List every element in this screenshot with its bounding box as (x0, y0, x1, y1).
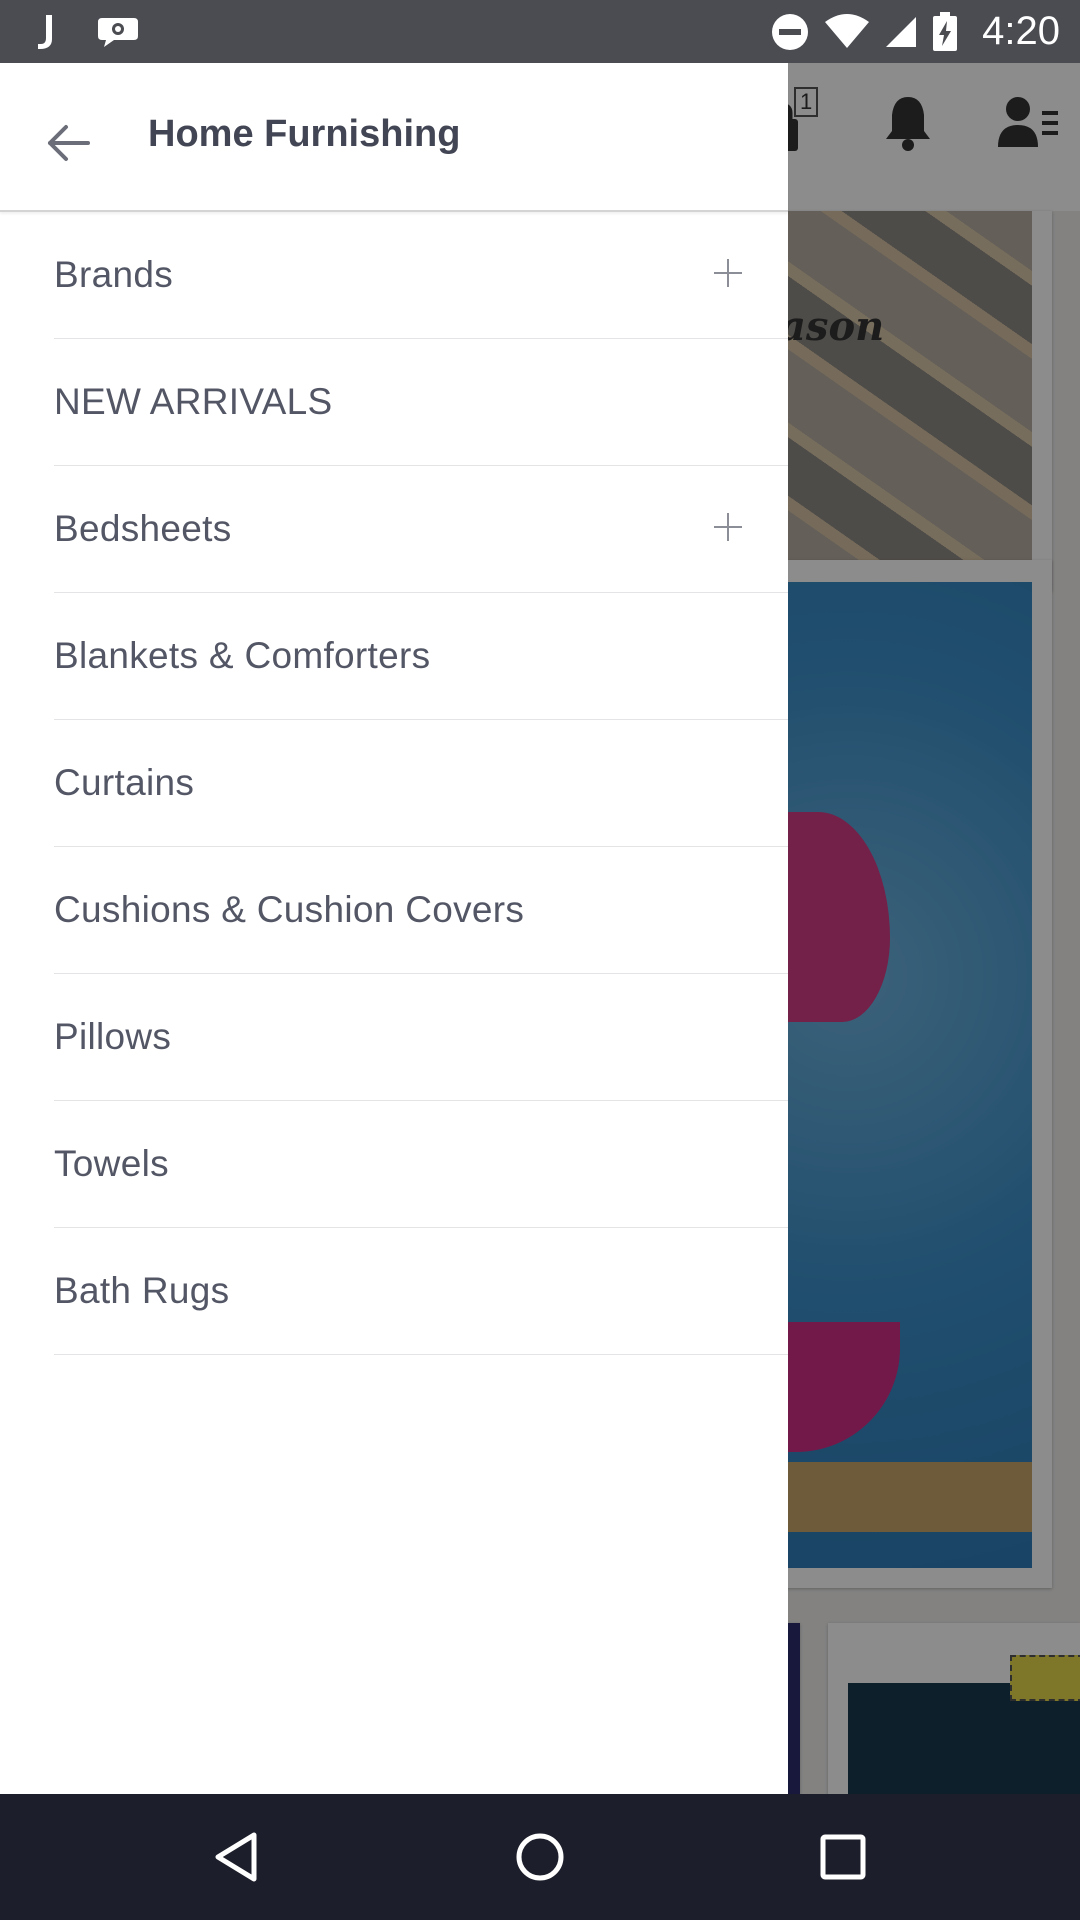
chat-bubble-icon (98, 17, 138, 47)
menu-item-label: Towels (54, 1143, 169, 1184)
menu-item-brands[interactable]: Brands (54, 212, 788, 339)
menu-item-towels[interactable]: Towels (54, 1101, 788, 1228)
expand-plus-icon[interactable] (708, 253, 748, 293)
menu-item-new-arrivals[interactable]: NEW ARRIVALS (54, 339, 788, 466)
nav-home-button[interactable] (500, 1822, 580, 1892)
jiomart-j-icon (38, 14, 52, 49)
clock: 4:20 (982, 9, 1060, 53)
menu-item-label: Cushions & Cushion Covers (54, 889, 525, 930)
drawer-header: Home Furnishing (0, 63, 788, 212)
menu-item-cushions[interactable]: Cushions & Cushion Covers (54, 847, 788, 974)
menu-item-bedsheets[interactable]: Bedsheets (54, 466, 788, 593)
menu-item-label: Pillows (54, 1016, 172, 1057)
menu-item-bath-rugs[interactable]: Bath Rugs (54, 1228, 788, 1355)
wifi-icon (825, 13, 870, 48)
menu-item-label: Blankets & Comforters (54, 635, 431, 676)
battery-charging-icon (933, 11, 958, 51)
back-button[interactable] (30, 105, 106, 181)
menu-item-label: Bath Rugs (54, 1270, 230, 1311)
menu-item-label: Brands (54, 254, 174, 295)
status-bar: 4:20 (0, 0, 1080, 63)
triangle-back-icon (215, 1832, 257, 1882)
navigation-drawer: Home Furnishing Brands NEW ARRIVALS Beds… (0, 63, 788, 1794)
drawer-title: Home Furnishing (148, 113, 461, 155)
menu-item-curtains[interactable]: Curtains (54, 720, 788, 847)
expand-plus-icon[interactable] (708, 507, 748, 547)
signal-icon (886, 16, 917, 47)
menu-item-blankets-comforters[interactable]: Blankets & Comforters (54, 593, 788, 720)
system-nav-bar (0, 1794, 1080, 1920)
nav-recents-button[interactable] (803, 1822, 883, 1892)
circle-home-icon (516, 1833, 564, 1881)
square-recents-icon (820, 1834, 866, 1880)
menu-item-label: Bedsheets (54, 508, 232, 549)
menu-item-pillows[interactable]: Pillows (54, 974, 788, 1101)
menu-item-label: NEW ARRIVALS (54, 381, 333, 422)
menu-item-label: Curtains (54, 762, 195, 803)
back-arrow-icon (48, 125, 90, 161)
category-list: Brands NEW ARRIVALS Bedsheets Blankets &… (54, 212, 788, 1355)
nav-back-button[interactable] (196, 1822, 276, 1892)
do-not-disturb-icon (772, 13, 809, 50)
